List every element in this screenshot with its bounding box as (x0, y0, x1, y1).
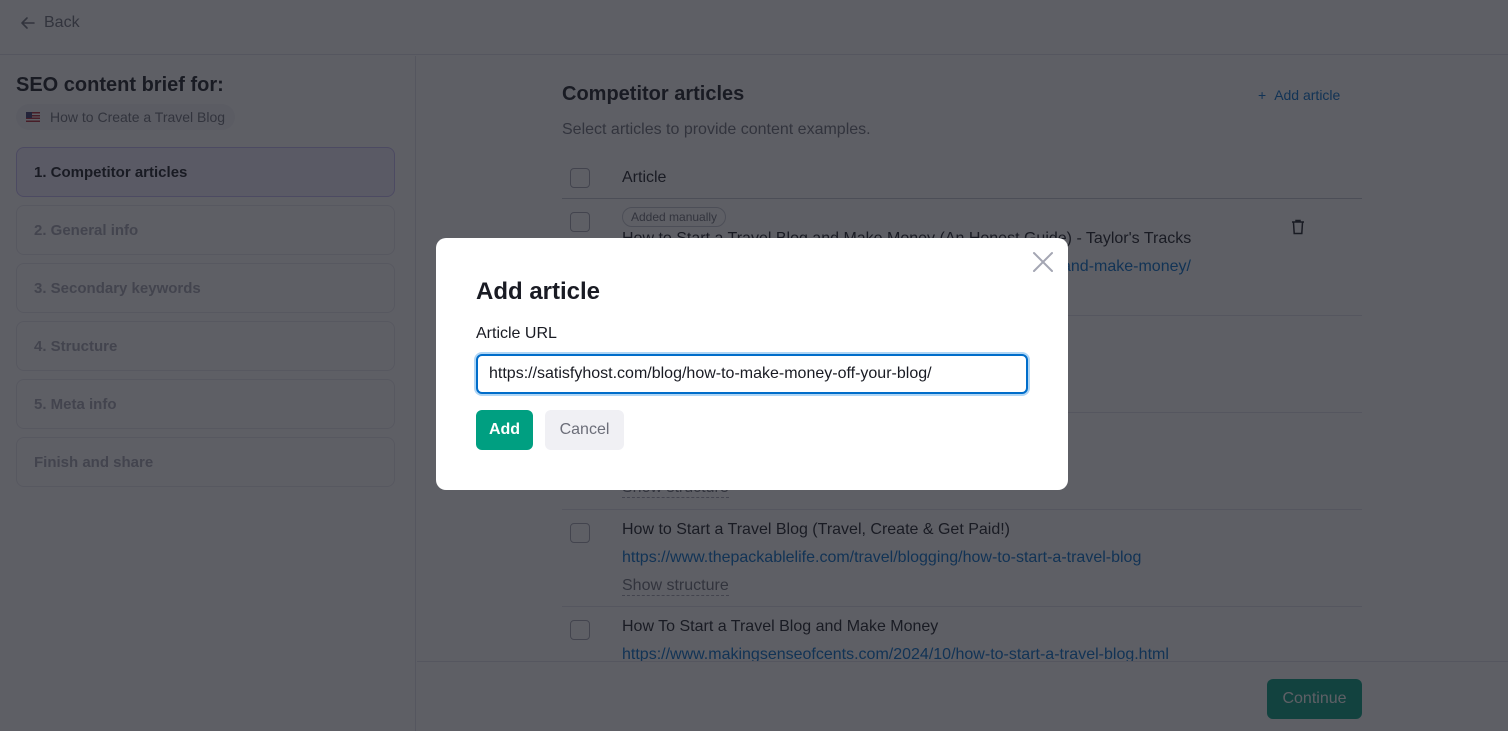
add-article-dialog: Add article Article URL Add Cancel (436, 238, 1068, 490)
add-button[interactable]: Add (476, 410, 533, 450)
article-url-input[interactable] (476, 354, 1028, 394)
close-icon[interactable] (1032, 251, 1054, 273)
dialog-title: Add article (476, 278, 601, 305)
cancel-button[interactable]: Cancel (545, 410, 624, 450)
article-url-label: Article URL (476, 325, 557, 342)
